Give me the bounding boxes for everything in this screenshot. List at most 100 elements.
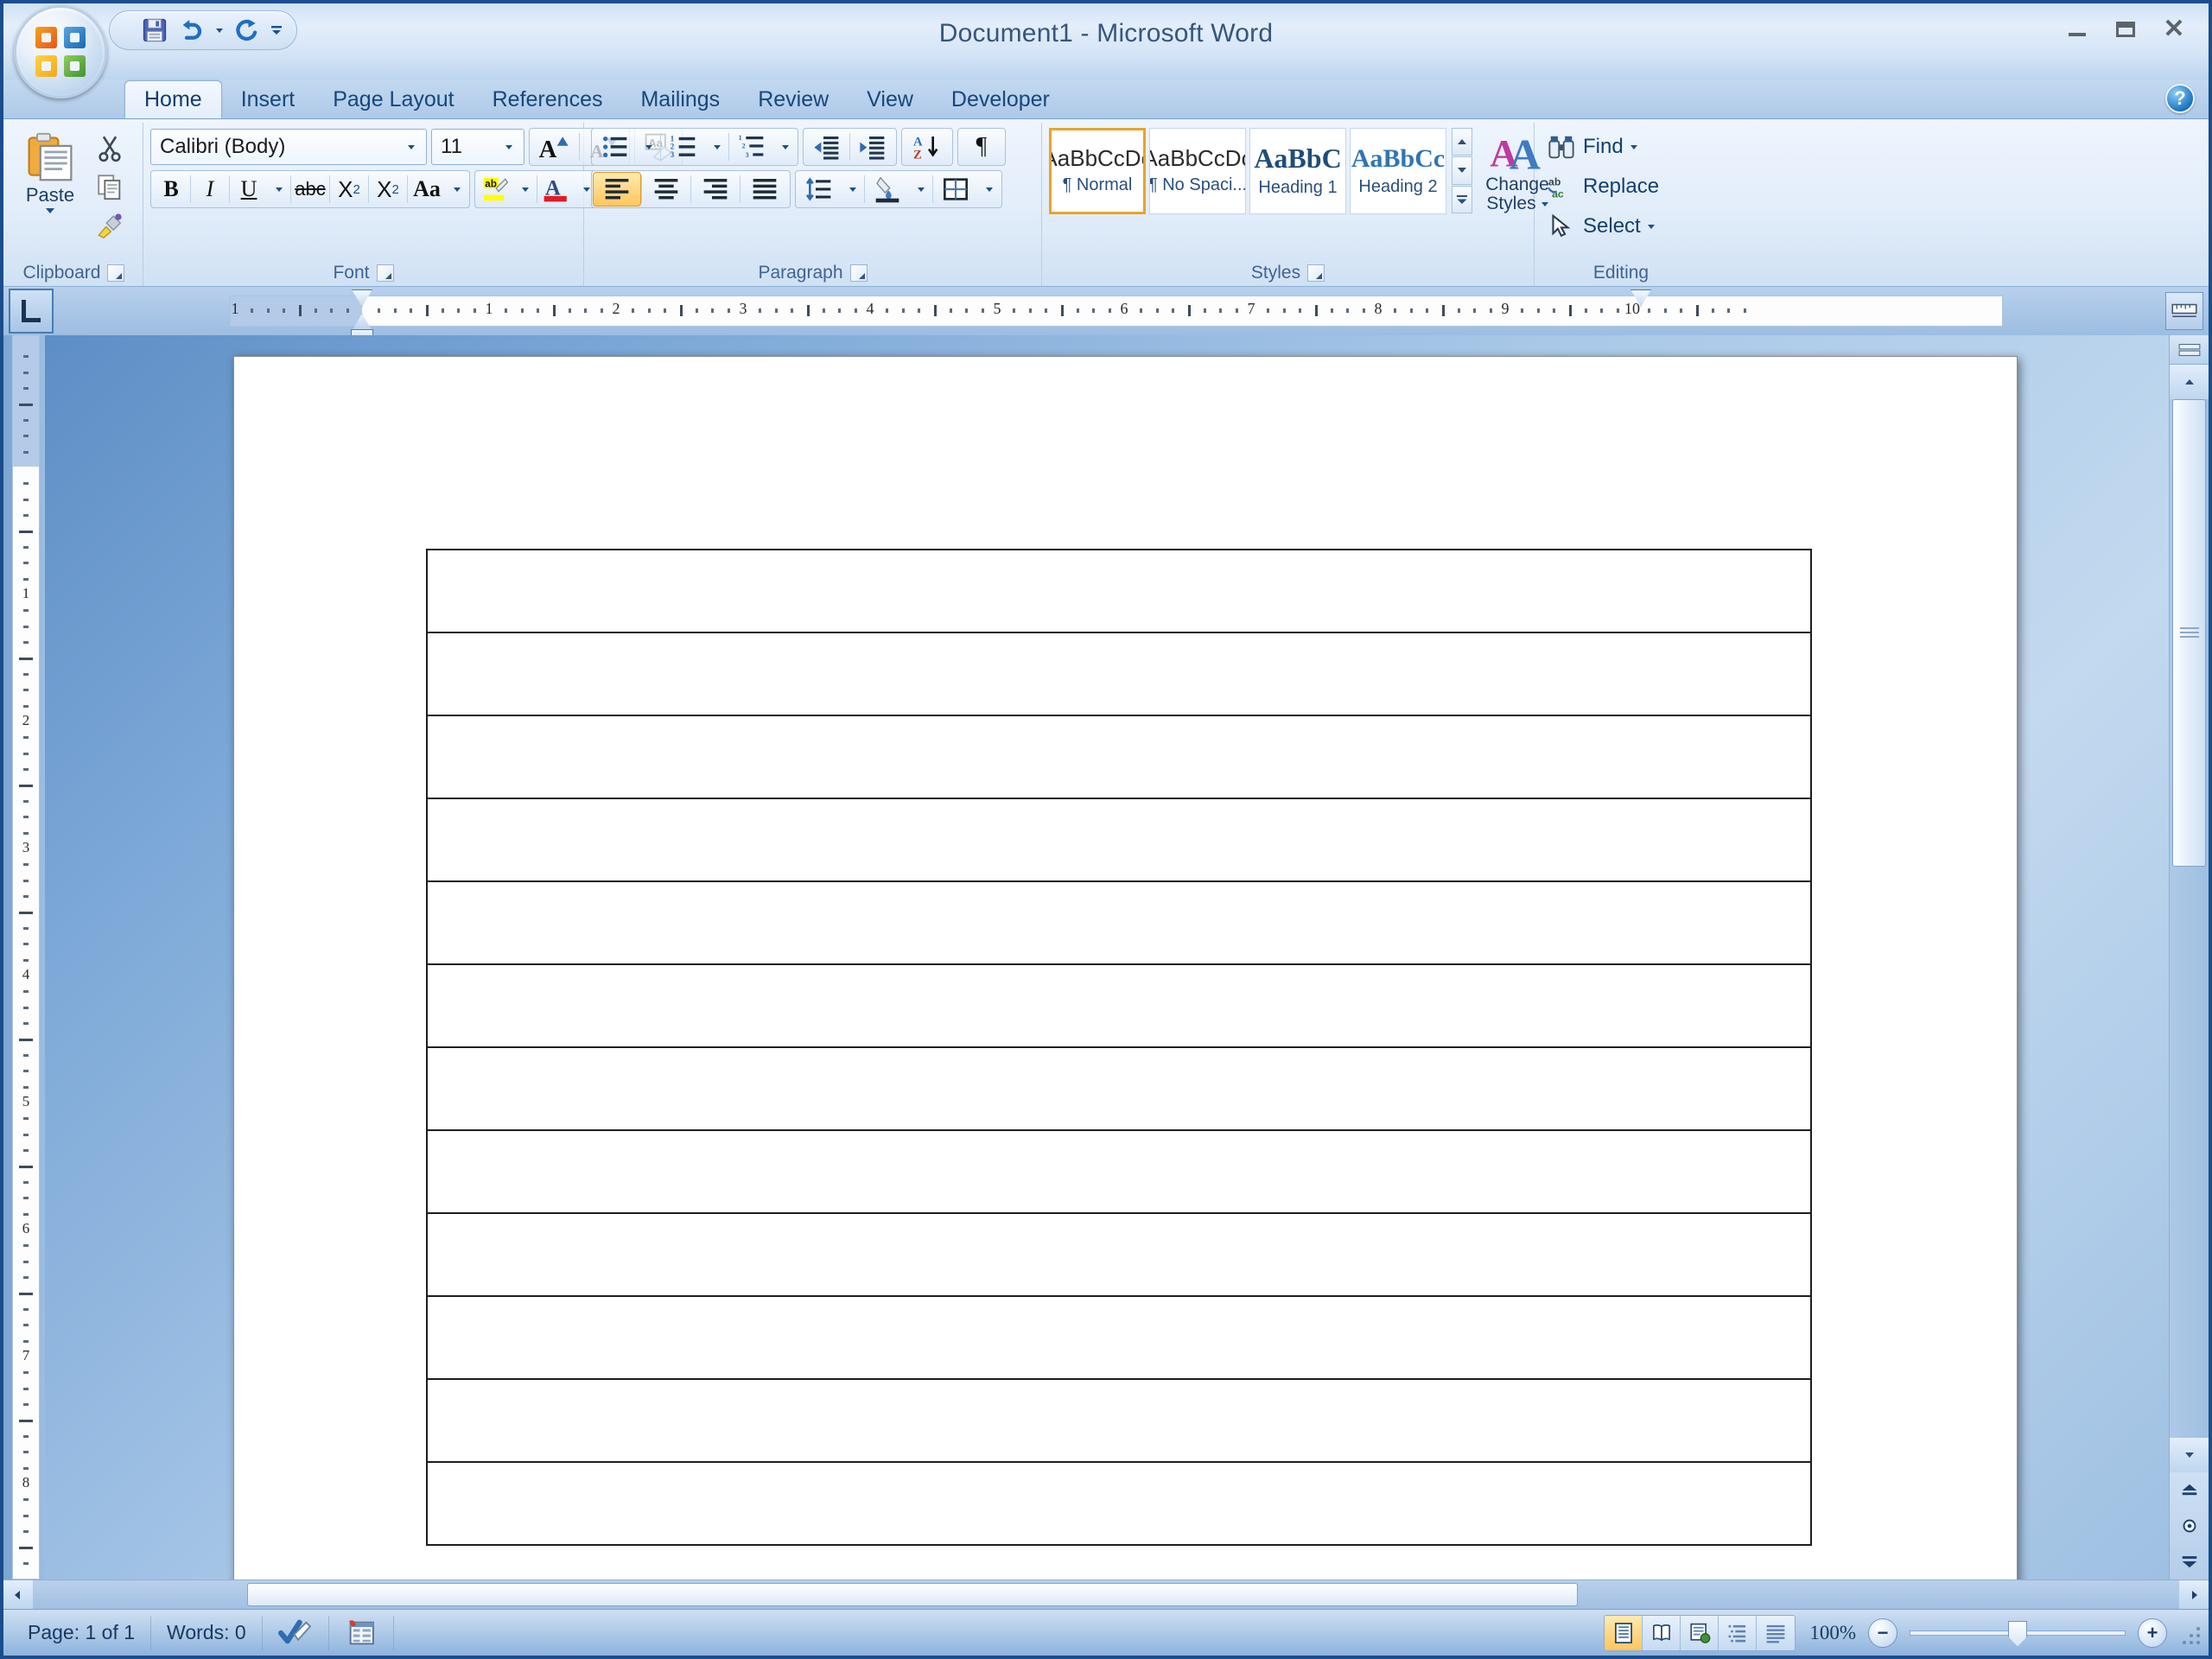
table-row[interactable] [426,1295,1812,1380]
view-web-layout-button[interactable] [1681,1615,1719,1650]
table-row[interactable] [426,715,1812,799]
underline-dropdown[interactable] [268,172,290,207]
zoom-in-button[interactable]: + [2138,1618,2167,1648]
paste-dropdown-icon[interactable] [46,208,54,213]
next-page-button[interactable] [2175,1548,2204,1574]
font-name-dropdown-icon[interactable] [400,130,423,164]
tab-references[interactable]: References [474,80,622,118]
font-size-input[interactable]: 11 [431,129,524,165]
sort-button[interactable]: A Z [903,130,951,164]
close-button[interactable]: ✕ [2152,12,2196,47]
view-draft-button[interactable] [1757,1615,1796,1650]
help-button[interactable]: ? [2165,84,2195,113]
underline-button[interactable]: U [230,172,268,207]
styles-dialog-launcher[interactable] [1307,264,1325,282]
subscript-button[interactable]: X2 [330,172,368,207]
table-cell[interactable] [426,1461,1812,1546]
change-case-dropdown[interactable] [446,172,468,207]
zoom-slider-thumb[interactable] [2008,1620,2027,1647]
resize-grip[interactable] [2177,1622,2200,1644]
multilevel-list-button[interactable]: 123 [729,130,774,164]
proofing-status[interactable] [263,1615,329,1650]
styles-scroll-down-button[interactable] [1452,156,1472,185]
table-cell[interactable] [426,798,1812,882]
show-formatting-marks-button[interactable]: ¶ [959,130,1004,164]
table-cell[interactable] [426,1046,1812,1131]
vertical-ruler[interactable]: 1 2 3 4 5 6 7 8 [12,335,40,1580]
cut-button[interactable] [90,130,130,166]
line-spacing-dropdown[interactable] [842,172,864,207]
change-case-button[interactable]: Aa [408,172,446,207]
scroll-down-button[interactable] [2170,1438,2209,1472]
table-cell[interactable] [426,880,1812,965]
tab-developer[interactable]: Developer [932,80,1069,118]
view-full-screen-reading-button[interactable] [1643,1615,1681,1650]
tab-review[interactable]: Review [739,80,848,118]
increase-indent-button[interactable] [850,130,895,164]
office-button[interactable] [14,5,107,99]
format-painter-button[interactable] [90,207,130,244]
tab-insert[interactable]: Insert [222,80,315,118]
style-normal[interactable]: AaBbCcDc ¶ Normal [1049,128,1146,214]
shading-button[interactable] [865,172,910,207]
zoom-slider-track[interactable] [1910,1620,2126,1647]
multilevel-dropdown[interactable] [774,130,797,164]
maximize-button[interactable] [2103,12,2148,47]
word-count[interactable]: Words: 0 [151,1615,263,1650]
scroll-right-button[interactable] [2179,1580,2209,1609]
styles-more-button[interactable] [1452,185,1472,213]
style-heading-2[interactable]: AaBbCc Heading 2 [1350,128,1446,214]
bold-button[interactable]: B [152,172,190,207]
style-no-spacing[interactable]: AaBbCcDc ¶ No Spaci... [1149,128,1246,214]
align-center-button[interactable] [642,172,690,207]
table-row[interactable] [426,1212,1812,1297]
table-row[interactable] [426,1046,1812,1131]
horizontal-scrollbar[interactable] [3,1580,2209,1609]
table-cell[interactable] [426,549,1812,633]
document-area[interactable] [45,335,2169,1580]
highlight-dropdown[interactable] [514,172,537,207]
text-highlight-color-button[interactable]: ab [476,172,514,207]
undo-dropdown[interactable] [212,16,227,45]
language-indicator[interactable] [329,1615,394,1650]
table-cell[interactable] [426,1129,1812,1214]
tab-selector-button[interactable] [9,289,54,334]
numbering-dropdown[interactable] [706,130,728,164]
table-row[interactable] [426,798,1812,882]
document-page[interactable] [233,356,2018,1580]
vertical-scroll-thumb[interactable] [2172,399,2206,867]
document-table[interactable] [426,549,1812,1546]
customize-quick-access-button[interactable] [269,16,284,45]
align-left-button[interactable] [593,172,641,207]
tab-page-layout[interactable]: Page Layout [314,80,473,118]
view-outline-button[interactable] [1719,1615,1758,1650]
table-row[interactable] [426,1129,1812,1214]
horizontal-scroll-track[interactable] [33,1580,2179,1609]
tab-view[interactable]: View [848,80,932,118]
table-row[interactable] [426,632,1812,716]
save-button[interactable] [139,16,170,45]
justify-button[interactable] [741,172,789,207]
paragraph-dialog-launcher[interactable] [849,264,868,282]
replace-button[interactable]: ab ac Replace [1541,168,1700,206]
table-cell[interactable] [426,963,1812,1048]
table-cell[interactable] [426,632,1812,716]
undo-button[interactable] [175,16,207,45]
horizontal-ruler[interactable]: 1 1 2 3 4 5 6 7 8 9 10 [230,289,2003,343]
vertical-scroll-track[interactable] [2170,399,2209,1438]
align-right-button[interactable] [691,172,740,207]
zoom-level[interactable]: 100% [1809,1622,1856,1644]
table-cell[interactable] [426,1212,1812,1297]
table-row[interactable] [426,549,1812,633]
numbering-button[interactable]: 123 [661,130,706,164]
vertical-scrollbar[interactable] [2169,335,2209,1580]
font-name-input[interactable]: Calibri (Body) [150,129,427,165]
page-indicator[interactable]: Page: 1 of 1 [12,1615,152,1650]
table-row[interactable] [426,1378,1812,1463]
minimize-button[interactable] [2055,12,2100,47]
view-ruler-button[interactable] [2165,292,2203,330]
split-window-button[interactable] [2170,335,2209,365]
bullets-button[interactable] [593,130,638,164]
table-cell[interactable] [426,1378,1812,1463]
copy-button[interactable] [90,168,130,205]
